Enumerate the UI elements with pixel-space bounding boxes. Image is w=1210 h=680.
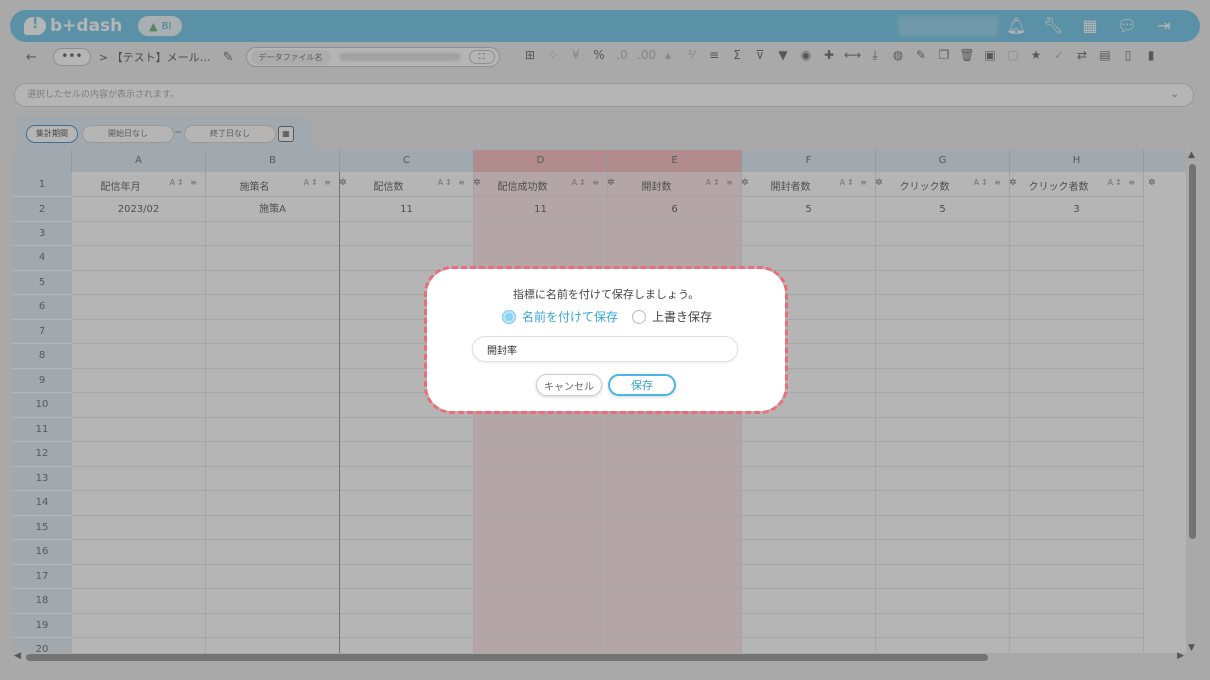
save-mode-options: 名前を付けて保存 上書き保存 bbox=[502, 308, 712, 325]
radio-overwrite[interactable] bbox=[632, 309, 647, 324]
cancel-button[interactable]: キャンセル bbox=[536, 374, 602, 396]
radio-save-as-new-label[interactable]: 名前を付けて保存 bbox=[522, 308, 618, 325]
radio-save-as-new[interactable] bbox=[502, 309, 516, 324]
radio-overwrite-label[interactable]: 上書き保存 bbox=[652, 308, 712, 325]
save-metric-dialog: 指標に名前を付けて保存しましょう。 名前を付けて保存 上書き保存 キャンセル 保… bbox=[428, 270, 784, 410]
save-button[interactable]: 保存 bbox=[608, 374, 676, 396]
metric-name-input[interactable] bbox=[472, 336, 738, 362]
dialog-title: 指標に名前を付けて保存しましょう。 bbox=[512, 288, 700, 301]
